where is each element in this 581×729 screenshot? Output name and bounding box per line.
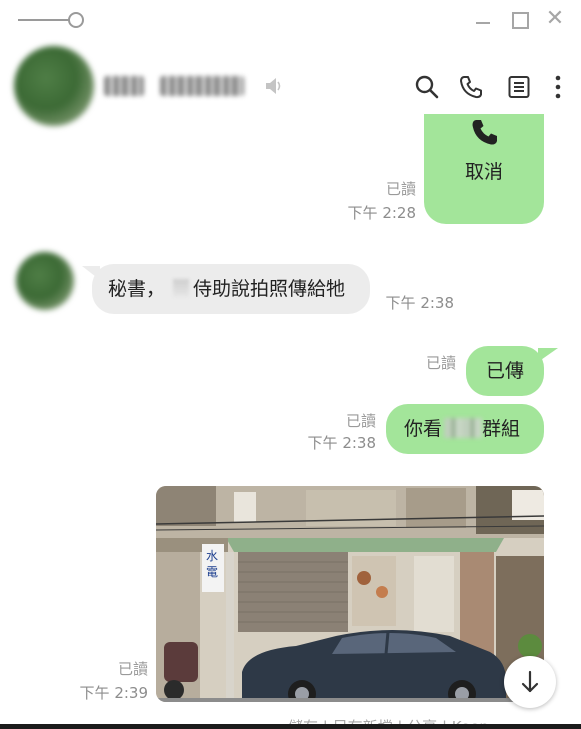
message-text: 秘書， (108, 278, 166, 300)
contact-avatar[interactable] (14, 46, 94, 126)
message-text-rest: 侍助說拍照傳給牠 (193, 278, 346, 300)
message-time: 下午 2:28 (347, 204, 416, 222)
maximize-icon[interactable] (508, 8, 530, 30)
call-cancel-label: 取消 (464, 161, 503, 183)
more-icon[interactable] (549, 74, 567, 100)
speaker-icon (266, 78, 281, 94)
redacted-text (444, 418, 483, 438)
message-time: 下午 2:38 (307, 434, 376, 452)
street-photo: 水 電 (156, 486, 544, 702)
arrow-down-icon (521, 670, 539, 693)
svg-text:電: 電 (206, 565, 218, 579)
svg-text:水: 水 (206, 549, 218, 563)
call-message-bubble[interactable]: 取消 (424, 114, 544, 224)
phone-icon[interactable] (458, 74, 484, 100)
redacted-text (173, 279, 190, 297)
incoming-message-bubble[interactable]: 秘書， 侍助說拍照傳給牠 (92, 264, 370, 314)
contact-name-redacted-2 (160, 76, 244, 96)
read-receipt: 已讀 (345, 412, 376, 430)
pin-slider-icon[interactable] (18, 10, 86, 30)
message-time: 下午 2:39 (79, 684, 148, 702)
outgoing-message-bubble[interactable]: 你看 群組 (386, 404, 544, 454)
sender-avatar[interactable] (16, 252, 74, 310)
scroll-to-bottom-button[interactable] (504, 656, 556, 708)
window-title-bar: ✕ (0, 0, 581, 40)
contact-name-redacted (104, 76, 144, 96)
photo-message[interactable]: 水 電 (156, 486, 544, 702)
pin-slider-knob[interactable] (68, 12, 84, 28)
message-text-rest: 群組 (482, 418, 521, 440)
notes-icon[interactable] (506, 74, 532, 100)
message-list[interactable]: 已讀 下午 2:28 取消 秘書， 侍助說拍照傳給牠 下午 2:38 已讀 已傳 … (0, 114, 581, 729)
read-receipt: 已讀 (385, 180, 416, 198)
message-time: 下午 2:38 (385, 294, 454, 312)
window-bottom-edge (0, 724, 581, 729)
read-receipt: 已讀 (117, 660, 148, 678)
outgoing-message-bubble[interactable]: 已傳 (466, 346, 544, 396)
message-text: 你看 (404, 418, 443, 440)
minimize-icon[interactable] (472, 8, 494, 30)
search-icon[interactable] (414, 74, 440, 100)
phone-icon (472, 120, 497, 145)
close-icon[interactable]: ✕ (544, 8, 566, 30)
pin-slider-track (18, 19, 70, 21)
read-receipt: 已讀 (425, 354, 456, 372)
message-text: 已傳 (485, 360, 524, 382)
